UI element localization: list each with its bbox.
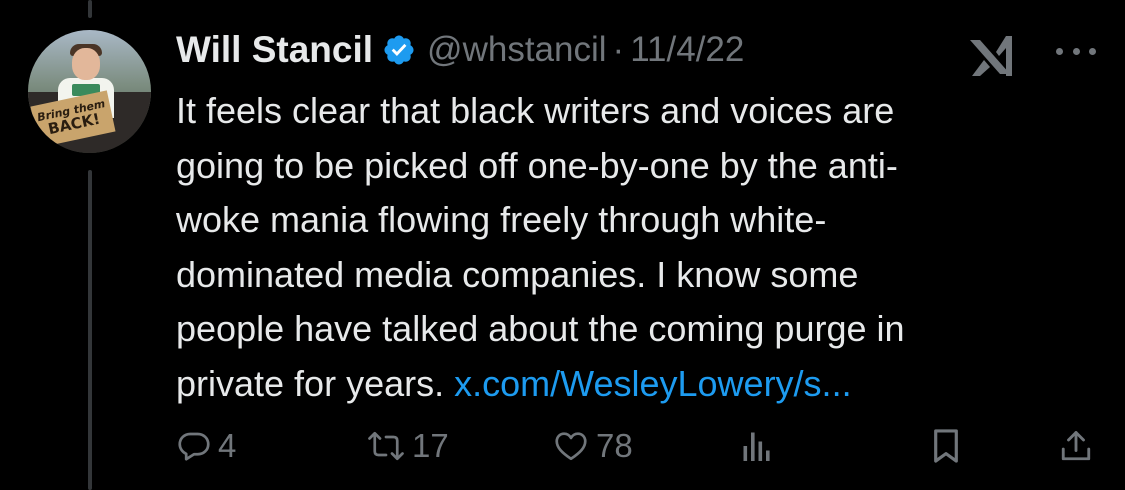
separator-dot: · <box>612 30 625 69</box>
verified-badge-icon[interactable] <box>382 33 416 67</box>
views-icon <box>742 428 772 464</box>
thread-line-top <box>88 0 92 18</box>
more-dot <box>1072 47 1080 55</box>
action-bar: 4 17 78 <box>0 420 1125 472</box>
reply-button[interactable]: 4 <box>176 420 236 472</box>
tweet-text-line: woke mania flowing freely through white- <box>176 199 827 240</box>
more-dot <box>1056 47 1063 55</box>
tweet-text-line: dominated media companies. I know some <box>176 253 859 295</box>
like-count: 78 <box>596 427 633 464</box>
heart-icon <box>552 428 590 464</box>
reply-icon <box>176 428 212 464</box>
tweet-text-line: private for years. <box>176 362 445 404</box>
views-button[interactable] <box>742 420 772 472</box>
retweet-icon <box>366 428 406 464</box>
more-icon[interactable] <box>1056 36 1096 66</box>
reply-count: 4 <box>218 427 237 464</box>
tweet-date[interactable]: 11/4/22 <box>630 30 744 70</box>
like-button[interactable]: 78 <box>552 420 633 472</box>
tweet-text-line-last: private for years. x.com/WesleyLowery/s.… <box>176 357 1076 412</box>
avatar[interactable]: Bring them BACK! <box>28 30 151 153</box>
more-dot <box>1089 47 1096 55</box>
display-name[interactable]: Will Stancil <box>176 29 373 71</box>
author-handle[interactable]: @whstancil <box>427 30 606 70</box>
avatar-head <box>72 48 100 80</box>
retweet-count: 17 <box>412 427 449 464</box>
retweet-button[interactable]: 17 <box>366 420 449 472</box>
tweet-header: Will Stancil @whstancil · 11/4/22 <box>176 22 744 78</box>
tweet-text-line: It feels clear that black writers and vo… <box>176 90 895 131</box>
bookmark-icon <box>929 427 963 465</box>
grok-icon[interactable] <box>966 34 1022 78</box>
tweet-text-line: going to be picked off one-by-one by the… <box>176 144 898 186</box>
bookmark-button[interactable] <box>929 420 963 472</box>
tweet-link[interactable]: x.com/WesleyLowery/s... <box>454 363 851 404</box>
tweet-text-line: people have talked about the coming purg… <box>176 308 905 349</box>
share-icon <box>1058 427 1094 465</box>
tweet-text: It feels clear that black writers and vo… <box>176 84 1076 411</box>
share-button[interactable] <box>1058 420 1094 472</box>
